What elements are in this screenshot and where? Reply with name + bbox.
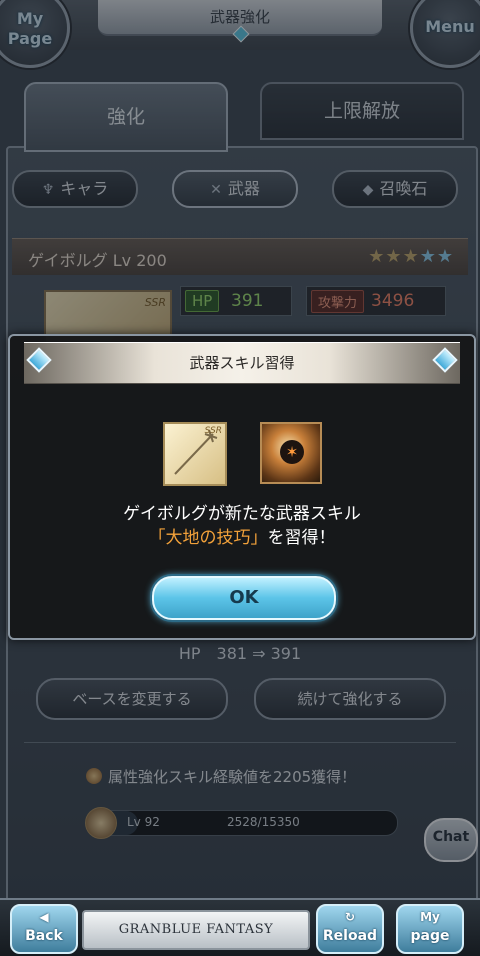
reload-label: Reload xyxy=(322,928,378,944)
reload-button[interactable]: ↻ Reload xyxy=(316,904,384,954)
dialog-message-line1: ゲイボルグが新たな武器スキル xyxy=(123,504,361,524)
weapon-thumbnail-rarity: SSR xyxy=(204,426,222,436)
bottom-mypage-label-2: page xyxy=(410,928,450,944)
skill-thumbnail: ✶ xyxy=(260,422,322,484)
skill-name: 「大地の技巧」 xyxy=(148,528,268,548)
dialog-message-line2: 「大地の技巧」を習得！ xyxy=(10,526,474,550)
skill-badge-icon: ✶ xyxy=(280,440,304,464)
reload-icon: ↻ xyxy=(344,910,356,924)
back-button[interactable]: ◀ Back xyxy=(10,904,78,954)
back-label: Back xyxy=(25,928,63,944)
back-arrow-icon: ◀ xyxy=(39,910,49,924)
game-logo: GRANBLUE FANTASY xyxy=(82,910,310,950)
dialog-message-suffix: を習得！ xyxy=(267,528,336,548)
bottom-mypage-button[interactable]: My page xyxy=(396,904,464,954)
weapon-thumbnail: SSR xyxy=(163,422,227,486)
dialog-message: ゲイボルグが新たな武器スキル 「大地の技巧」を習得！ xyxy=(10,502,474,550)
ok-button[interactable]: OK xyxy=(152,576,336,620)
bottom-mypage-label-1: My xyxy=(420,910,440,924)
skill-learned-dialog: 武器スキル習得 SSR ✶ ゲイボルグが新たな武器スキル 「大地の技巧」を習得！… xyxy=(8,334,476,640)
dialog-title: 武器スキル習得 xyxy=(24,342,460,384)
